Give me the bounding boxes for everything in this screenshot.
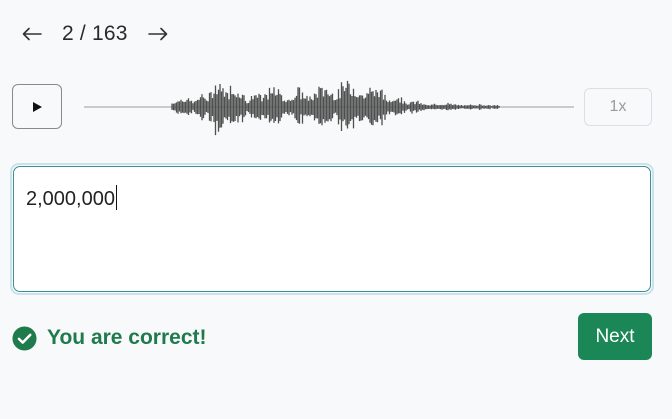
arrow-right-icon[interactable]	[146, 22, 170, 46]
answer-text: 2,000,000	[26, 188, 115, 210]
check-circle-icon	[12, 325, 37, 351]
playback-speed-button[interactable]: 1x	[584, 88, 652, 126]
next-button[interactable]: Next	[578, 313, 652, 360]
item-counter: 2 / 163	[62, 22, 128, 45]
audio-player: 1x	[12, 80, 652, 136]
feedback-text: You are correct!	[47, 326, 207, 349]
text-caret	[115, 185, 117, 210]
answer-input-focus-ring: 2,000,000	[10, 163, 654, 295]
audio-waveform[interactable]	[84, 74, 574, 142]
feedback-message: You are correct!	[12, 325, 207, 351]
arrow-left-icon[interactable]	[20, 22, 44, 46]
transcription-page: 2 / 163 1x 2,000,000 You are correct! Ne…	[0, 0, 672, 419]
waveform-bars	[171, 80, 500, 136]
answer-input[interactable]: 2,000,000	[13, 166, 651, 292]
item-navigation: 2 / 163	[20, 18, 170, 50]
play-button[interactable]	[12, 84, 62, 129]
play-icon	[33, 101, 42, 112]
